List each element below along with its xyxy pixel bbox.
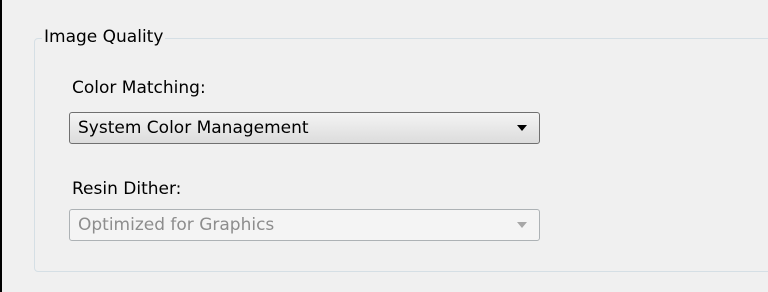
chevron-down-icon — [517, 222, 527, 228]
resin-dither-selected-value: Optimized for Graphics — [78, 215, 275, 235]
resin-dither-dropdown[interactable]: Optimized for Graphics — [69, 209, 540, 241]
resin-dither-label: Resin Dither: — [72, 179, 182, 199]
color-matching-label: Color Matching: — [72, 78, 206, 98]
chevron-down-icon — [517, 125, 527, 131]
window-edge — [0, 0, 2, 292]
color-matching-dropdown[interactable]: System Color Management — [69, 112, 540, 144]
color-matching-selected-value: System Color Management — [78, 118, 309, 138]
image-quality-group-title: Image Quality — [42, 26, 166, 48]
